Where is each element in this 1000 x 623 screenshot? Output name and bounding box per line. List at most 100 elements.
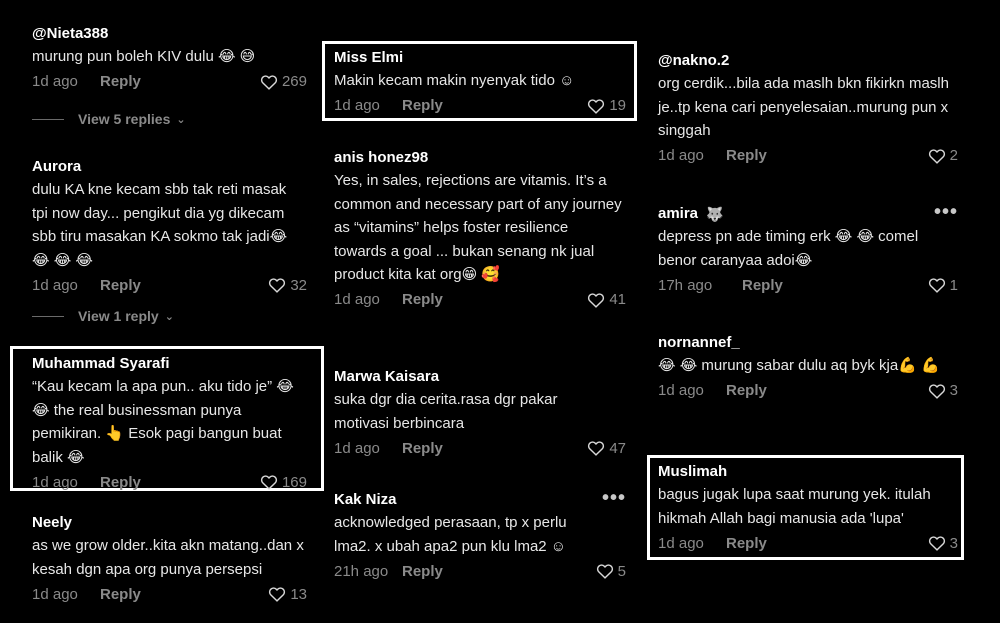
reply-button[interactable]: Reply <box>726 382 767 399</box>
like-count: 3 <box>949 382 958 399</box>
heart-icon <box>928 278 945 293</box>
comment-timestamp: 1d ago <box>658 534 704 552</box>
comment-text: bagus jugak lupa saat murung yek. itulah… <box>658 486 931 527</box>
like-button[interactable]: 3 <box>928 535 958 552</box>
like-count: 5 <box>617 562 626 580</box>
comment-text: dulu KA kne kecam sbb tak reti masak tpi… <box>32 181 288 269</box>
comment-timestamp: 1d ago <box>32 73 78 90</box>
reply-button[interactable]: Reply <box>726 535 767 552</box>
reply-button[interactable]: Reply <box>402 291 443 308</box>
comment-username[interactable]: @Nieta388 <box>32 25 307 43</box>
chevron-down-icon: ⌄ <box>164 310 174 323</box>
comment-text: “Kau kecam la apa pun.. aku tido je” 😂 😂… <box>32 378 294 466</box>
like-button[interactable]: 13 <box>268 586 307 603</box>
heart-icon <box>928 383 945 399</box>
view-replies-label: View 5 replies <box>78 111 171 127</box>
like-count: 1 <box>949 276 958 294</box>
comment-username[interactable]: Muhammad Syarafi <box>32 355 307 373</box>
comment-item: Neely as we grow older..kita akn matang.… <box>32 514 307 605</box>
reply-button[interactable]: Reply <box>742 277 783 294</box>
comment-username[interactable]: Neely <box>32 514 307 532</box>
comment-username[interactable]: Marwa Kaisara <box>334 368 626 386</box>
heart-icon <box>588 98 605 114</box>
more-options-icon[interactable]: ••• <box>934 202 958 222</box>
comment-timestamp: 1d ago <box>32 585 78 603</box>
comment-text: as we grow older..kita akn matang..dan x… <box>32 537 304 578</box>
comment-username[interactable]: amira 🐺 <box>658 205 958 223</box>
like-count: 2 <box>949 147 958 164</box>
comment-text: murung pun boleh KIV dulu 😂 😅 <box>32 48 256 65</box>
chevron-down-icon: ⌄ <box>176 113 186 126</box>
comment-text: suka dgr dia cerita.rasa dgr pakar motiv… <box>334 391 558 432</box>
heart-icon <box>260 475 278 490</box>
reply-button[interactable]: Reply <box>100 586 141 603</box>
like-count: 3 <box>949 534 958 552</box>
heart-icon <box>260 74 278 90</box>
comment-text: org cerdik...bila ada maslh bkn fikirkn … <box>658 75 949 139</box>
comment-timestamp: 1d ago <box>334 97 380 114</box>
divider-line <box>32 118 64 120</box>
reply-button[interactable]: Reply <box>100 73 141 90</box>
comment-item: nornannef_ 😂 😂 murung sabar dulu aq byk … <box>658 334 958 402</box>
comment-item: ••• Kak Niza acknowledged perasaan, tp x… <box>334 488 626 582</box>
comment-username[interactable]: Muslimah <box>658 463 958 481</box>
heart-icon <box>928 148 945 164</box>
heart-icon <box>588 292 605 308</box>
comment-username[interactable]: Miss Elmi <box>334 49 626 67</box>
heart-icon <box>269 587 286 602</box>
heart-icon <box>596 564 613 579</box>
comment-timestamp: 21h ago <box>334 562 389 580</box>
comment-timestamp: 1d ago <box>334 291 380 308</box>
comment-text: Makin kecam makin nyenyak tido ☺ <box>334 72 575 89</box>
comment-item: Muhammad Syarafi “Kau kecam la apa pun..… <box>32 355 307 493</box>
comment-item: @Nieta388 murung pun boleh KIV dulu 😂 😅 … <box>32 25 307 93</box>
reply-button[interactable]: Reply <box>100 474 141 491</box>
like-button[interactable]: 41 <box>587 291 626 308</box>
reply-button[interactable]: Reply <box>402 440 443 457</box>
comment-item: anis honez98 Yes, in sales, rejections a… <box>334 149 626 311</box>
like-button[interactable]: 19 <box>587 97 626 114</box>
comment-item: Aurora dulu KA kne kecam sbb tak reti ma… <box>32 158 307 296</box>
like-button[interactable]: 32 <box>268 277 307 294</box>
like-button[interactable]: 5 <box>596 563 626 580</box>
comment-timestamp: 1d ago <box>658 382 704 399</box>
like-count: 32 <box>290 276 307 294</box>
like-count: 13 <box>290 585 307 603</box>
comment-item: ••• amira 🐺 depress pn ade timing erk 😂 … <box>658 202 958 296</box>
comment-timestamp: 1d ago <box>32 473 78 491</box>
wolf-badge-icon: 🐺 <box>706 206 724 222</box>
comment-username[interactable]: @nakno.2 <box>658 52 958 70</box>
comment-username[interactable]: Aurora <box>32 158 307 176</box>
comment-timestamp: 17h ago <box>658 276 713 294</box>
comment-text: depress pn ade timing erk 😂 😂 comel beno… <box>658 228 919 269</box>
reply-button[interactable]: Reply <box>726 147 767 164</box>
reply-button[interactable]: Reply <box>100 277 141 294</box>
like-button[interactable]: 269 <box>260 73 307 90</box>
view-replies-button[interactable]: View 5 replies ⌄ <box>32 111 186 127</box>
like-button[interactable]: 47 <box>587 440 626 457</box>
comment-item: Muslimah bagus jugak lupa saat murung ye… <box>658 463 958 554</box>
like-count: 19 <box>609 97 626 114</box>
comment-text: acknowledged perasaan, tp x perlu lma2. … <box>334 514 567 555</box>
like-button[interactable]: 1 <box>928 277 958 294</box>
like-count: 269 <box>281 73 307 90</box>
comment-username[interactable]: nornannef_ <box>658 334 958 352</box>
comment-item: @nakno.2 org cerdik...bila ada maslh bkn… <box>658 52 958 167</box>
view-replies-label: View 1 reply <box>78 308 159 324</box>
reply-button[interactable]: Reply <box>402 563 443 580</box>
comment-text: Yes, in sales, rejections are vitamis. I… <box>334 172 622 283</box>
like-count: 47 <box>609 439 626 457</box>
reply-button[interactable]: Reply <box>402 97 443 114</box>
comment-timestamp: 1d ago <box>32 276 78 294</box>
view-replies-button[interactable]: View 1 reply ⌄ <box>32 308 174 324</box>
comment-timestamp: 1d ago <box>658 147 704 164</box>
like-button[interactable]: 2 <box>928 147 958 164</box>
like-button[interactable]: 3 <box>928 382 958 399</box>
comment-item: Miss Elmi Makin kecam makin nyenyak tido… <box>334 49 626 117</box>
like-button[interactable]: 169 <box>260 474 307 491</box>
comment-timestamp: 1d ago <box>334 439 380 457</box>
more-options-icon[interactable]: ••• <box>602 488 626 508</box>
heart-icon <box>928 536 945 551</box>
comment-username[interactable]: Kak Niza <box>334 491 626 509</box>
comment-username[interactable]: anis honez98 <box>334 149 626 167</box>
